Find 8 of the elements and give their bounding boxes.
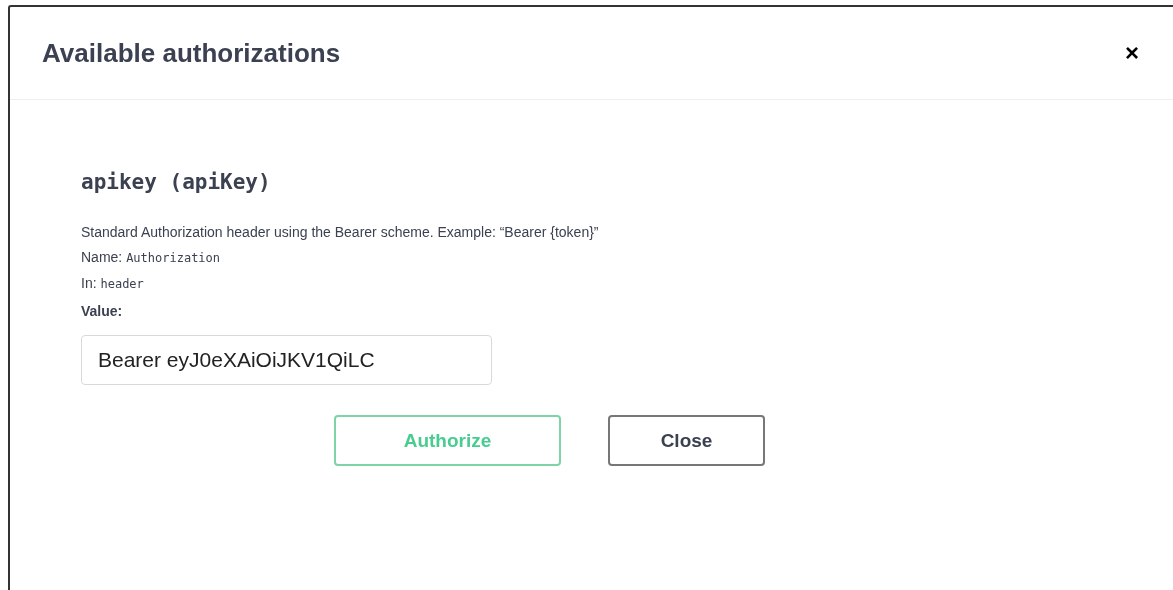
scheme-title: apikey (apiKey) — [81, 170, 272, 194]
scheme-description: Standard Authorization header using the Bearer scheme. Example: “Bearer {token}” — [81, 224, 600, 241]
name-line: Name: Authorization — [81, 249, 222, 267]
close-button[interactable]: Close — [608, 415, 765, 466]
dialog-title: Available authorizations — [42, 37, 341, 69]
in-line: In: header — [81, 275, 145, 293]
value-field[interactable]: Bearer eyJ0eXAiOiJKV1QiLC — [81, 335, 492, 385]
value-label: Value: — [81, 303, 124, 319]
